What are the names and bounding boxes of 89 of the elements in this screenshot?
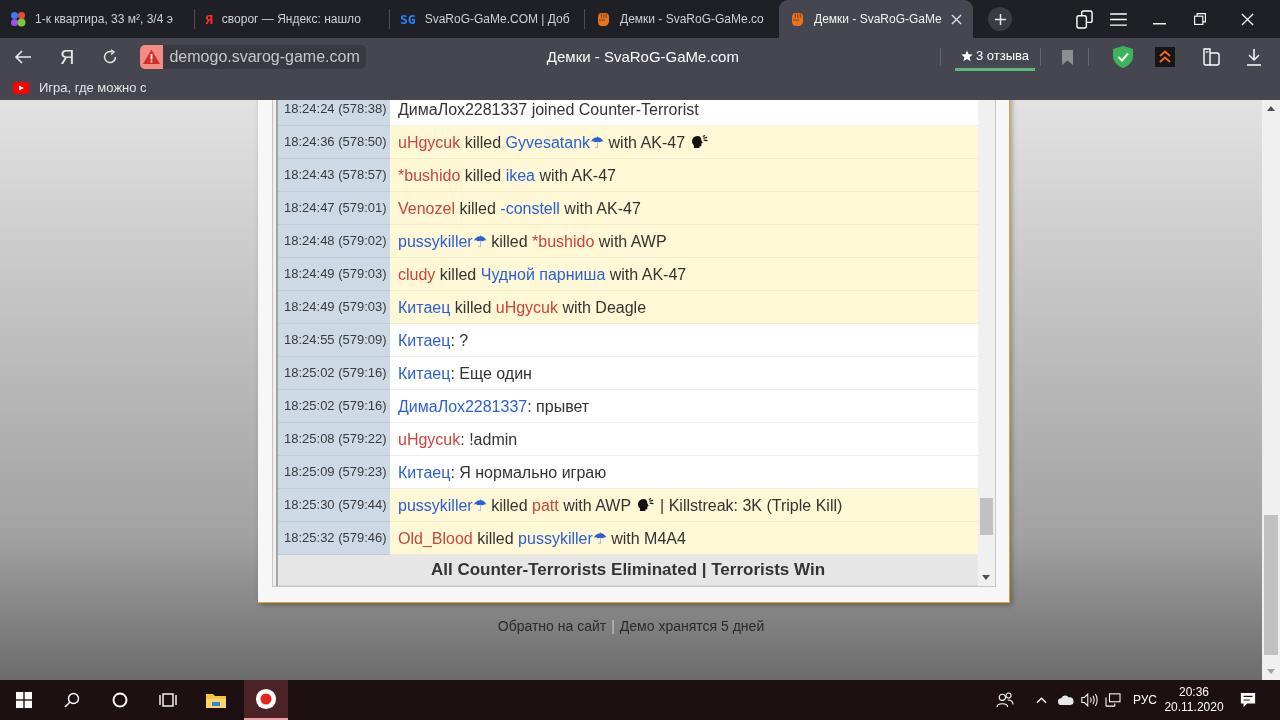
- log-time: 18:24:49 (579:03): [284, 298, 387, 317]
- fist-icon: [789, 11, 805, 27]
- minimize-icon[interactable]: [1153, 23, 1166, 25]
- log-message: | Killstreak: 3K (Triple Kill): [660, 495, 843, 515]
- download-icon[interactable]: [1246, 48, 1262, 66]
- log-time: 18:25:32 (579:46): [284, 529, 387, 548]
- reload-icon[interactable]: [102, 49, 119, 65]
- log-message: Venozel killed -constell with AK-47: [398, 198, 641, 218]
- notification-icon[interactable]: [1240, 692, 1256, 708]
- ring-icon: [112, 692, 128, 708]
- overlapping-pages-icon[interactable]: [1076, 9, 1093, 29]
- sidebar-icon[interactable]: [1201, 47, 1221, 67]
- colored-dots-icon: [10, 11, 26, 27]
- log-time: 18:24:47 (579:01): [284, 199, 387, 218]
- star-icon: [960, 49, 973, 62]
- folder-icon: [205, 691, 227, 709]
- bookmark-icon[interactable]: [1062, 49, 1073, 65]
- log-message: uHgycuk killed Gyvesatank☂ with AK-47: [398, 132, 686, 152]
- log-message: Китаец killed uHgycuk with Deagle: [398, 297, 647, 317]
- cloud-icon[interactable]: [1056, 695, 1074, 705]
- log-message: *bushido killed ikea with AK-47: [398, 165, 616, 185]
- log-message: ДимаЛох2281337 joined Counter-Terrorist: [398, 100, 699, 119]
- log-message: pussykiller☂ killed *bushido with AWP: [398, 231, 667, 251]
- round-result-text: All Counter-Terrorists Eliminated | Terrorists Win: [430, 560, 826, 580]
- chevron-up-icon[interactable]: [1035, 696, 1047, 704]
- speaker-icon[interactable]: [1080, 693, 1098, 707]
- taskbar-app-button[interactable]: [244, 680, 288, 720]
- log-time: 18:25:30 (579:44): [284, 496, 387, 515]
- log-time: 18:24:49 (579:03): [284, 265, 387, 284]
- people-icon[interactable]: [996, 692, 1014, 708]
- log-time: 18:24:43 (578:57): [284, 166, 387, 185]
- bookmark-item[interactable]: Игра, где можно с: [13, 78, 147, 98]
- log-message: Китаец: Я нормально играю: [398, 462, 607, 482]
- log-message: Китаец: Еще один: [398, 363, 532, 383]
- network-icon[interactable]: [1105, 693, 1121, 707]
- scrollbar-thumb[interactable]: [980, 498, 993, 535]
- log-message: Китаец: ?: [398, 330, 469, 350]
- fist-icon: [595, 11, 611, 27]
- new-tab-button[interactable]: [988, 7, 1012, 31]
- menu-icon[interactable]: [1110, 12, 1127, 26]
- restore-icon[interactable]: [1194, 13, 1206, 25]
- footer-separator: |: [611, 618, 615, 634]
- address-field[interactable]: demogo.svarog-game.com: [163, 45, 366, 69]
- log-message: cludy killed Чудной парниша with AK-47: [398, 264, 687, 284]
- favicon-glyph: Я: [205, 12, 213, 26]
- back-arrow-icon[interactable]: [14, 49, 32, 65]
- log-scrollbar[interactable]: [978, 100, 995, 586]
- log-time: 18:25:02 (579:16): [284, 364, 387, 383]
- log-time: 18:24:24 (578:38): [284, 100, 387, 119]
- head-silhouette-icon: [637, 498, 655, 512]
- log-time: 18:25:08 (579:22): [284, 430, 387, 449]
- double-chevron-icon[interactable]: [1155, 47, 1175, 67]
- reviews-button[interactable]: 3 отзыва: [955, 43, 1035, 71]
- browser-tab[interactable]: Демки - SvaRoG-GaMe.co: [585, 0, 779, 38]
- log-message: pussykiller☂ killed patt with AWP: [398, 495, 632, 515]
- browser-tab[interactable]: Демки - SvaRoG-GaMe: [779, 0, 973, 38]
- page-scrollbar[interactable]: [1262, 100, 1280, 680]
- browser-tab[interactable]: SG SvaRoG-GaMe.COM | Доб: [390, 0, 584, 38]
- log-message: uHgycuk: !admin: [398, 429, 518, 449]
- search-icon: [64, 692, 80, 708]
- back-to-site-link[interactable]: Обратно на сайт: [497, 618, 607, 634]
- log-time: 18:25:09 (579:23): [284, 463, 387, 482]
- shield-check-icon[interactable]: [1113, 46, 1133, 68]
- favicon-glyph: SG: [400, 12, 416, 26]
- scroll-down-arrow-icon[interactable]: [982, 575, 990, 580]
- video-play-icon: [13, 82, 29, 94]
- log-message: ДимаЛох2281337: прывет: [398, 396, 590, 416]
- log-time: 18:25:02 (579:16): [284, 397, 387, 416]
- task-view-icon: [159, 692, 177, 708]
- browser-tab[interactable]: 1-к квартира, 33 м², 3/4 э: [0, 0, 194, 38]
- language-indicator[interactable]: РУС: [1132, 691, 1158, 709]
- close-icon[interactable]: [950, 13, 962, 25]
- head-silhouette-icon: [691, 135, 709, 149]
- log-time: 18:24:48 (579:02): [284, 232, 387, 251]
- plus-icon: [993, 12, 1007, 26]
- warning-icon[interactable]: [140, 45, 164, 69]
- log-message: Old_Blood killed pussykiller☂ with M4A4: [398, 528, 686, 548]
- home-button[interactable]: Я: [60, 47, 75, 67]
- storage-note: Демо хранятся 5 дней: [619, 618, 765, 634]
- log-time: 18:24:55 (579:09): [284, 331, 387, 350]
- dot-in-circle-icon: [255, 688, 277, 710]
- scrollbar-thumb[interactable]: [1264, 515, 1278, 655]
- clock-time[interactable]: 20:36: [1179, 685, 1209, 700]
- browser-tab[interactable]: Я сворог — Яндекс: нашло: [195, 0, 389, 38]
- log-time: 18:24:36 (578:50): [284, 133, 387, 152]
- scroll-up-arrow-icon[interactable]: [1267, 106, 1275, 111]
- clock-date[interactable]: 20.11.2020: [1164, 700, 1224, 715]
- windows-logo-icon: [16, 692, 32, 708]
- page-title: Демки - SvaRoG-GaMe.com: [546, 46, 739, 67]
